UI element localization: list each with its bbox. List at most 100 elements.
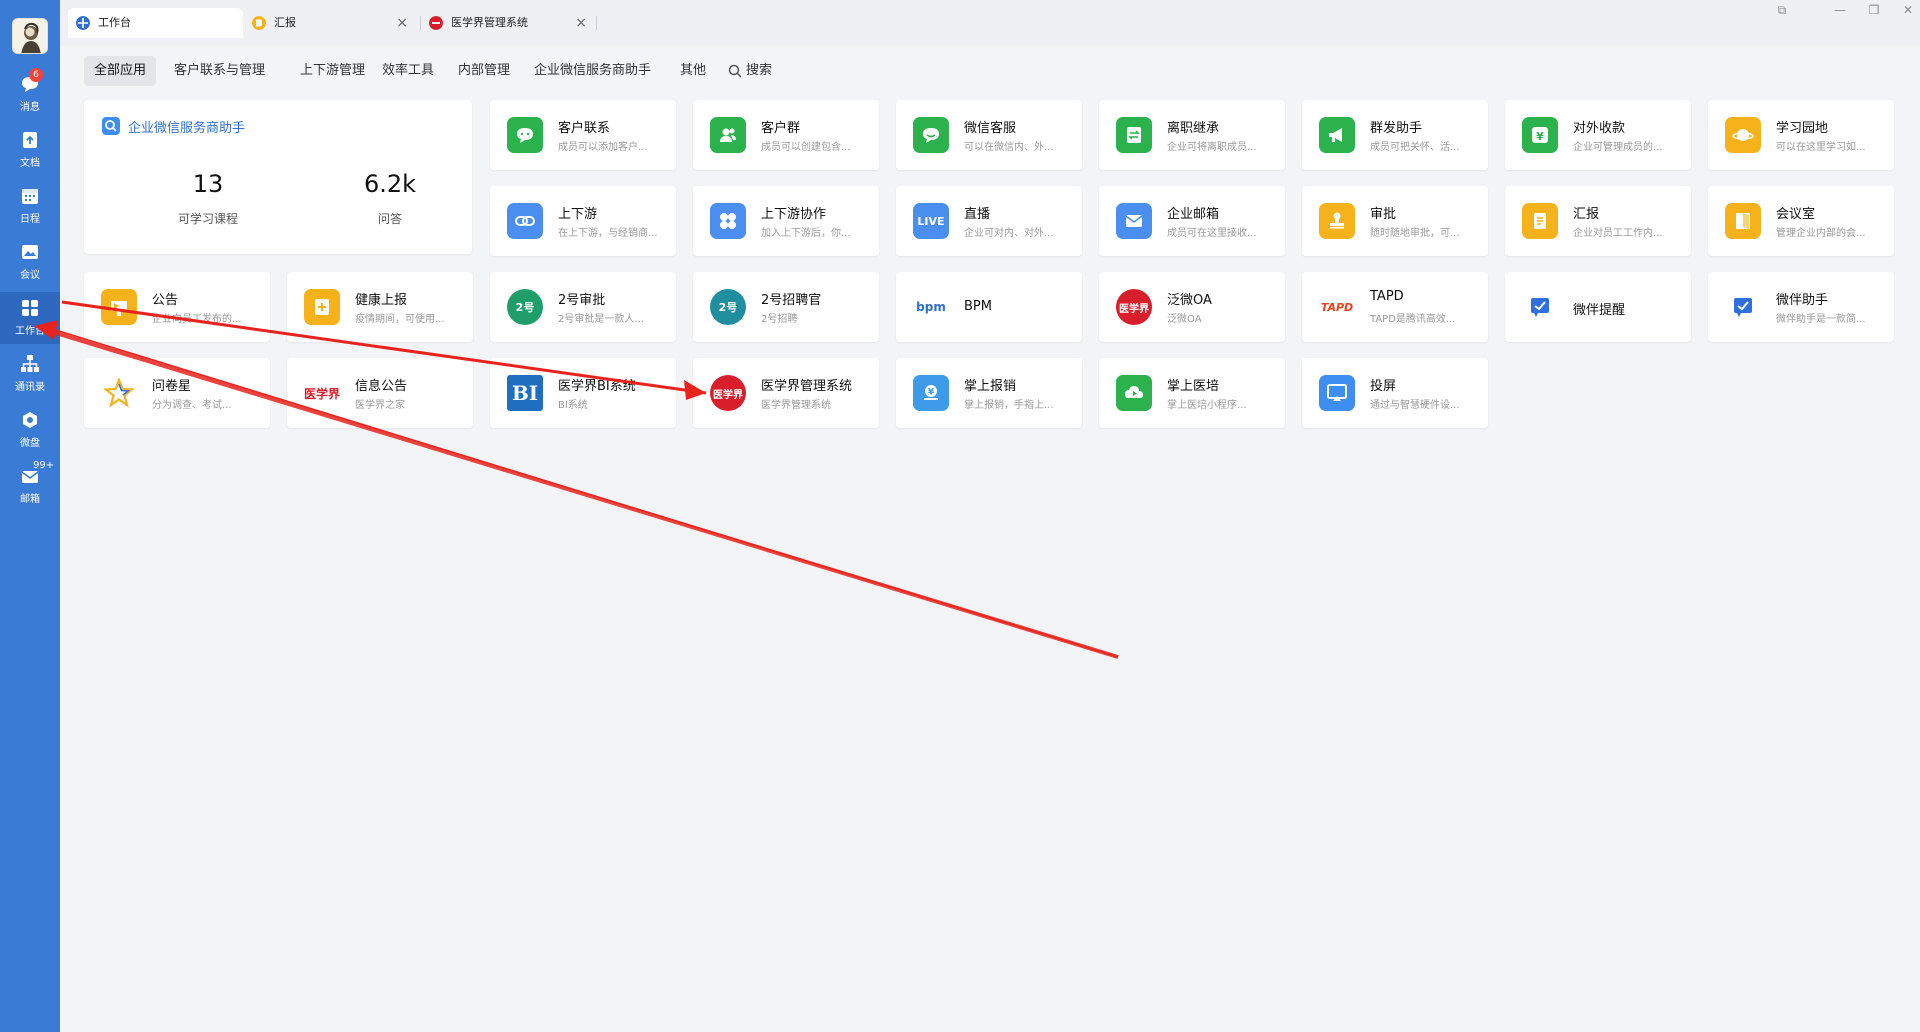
tab-workbench[interactable]: 工作台 bbox=[68, 8, 243, 38]
sidebar-item-mail[interactable]: 99+ 邮箱 bbox=[0, 460, 60, 512]
sidebar-item-label: 通讯录 bbox=[15, 382, 45, 393]
service-assistant-card[interactable]: 企业微信服务商助手 13 可学习课程 6.2k 问答 bbox=[84, 100, 472, 254]
minimize-icon[interactable]: — bbox=[1830, 3, 1850, 17]
app-card[interactable]: 审批 随时随地审批，可... bbox=[1302, 186, 1488, 256]
app-card[interactable]: 医学界 泛微OA 泛微OA bbox=[1099, 272, 1285, 342]
app-description: 企业对员工工作内... bbox=[1573, 228, 1663, 239]
app-card[interactable]: 客户群 成员可以创建包含... bbox=[693, 100, 879, 170]
app-name: BPM bbox=[964, 299, 992, 314]
app-card[interactable]: ¥ 掌上报销 掌上报销，手指上... bbox=[896, 358, 1082, 428]
app-card[interactable]: 掌上医培 掌上医培小程序... bbox=[1099, 358, 1285, 428]
app-description: 可以在这里学习如... bbox=[1776, 142, 1866, 153]
sidebar-item-contacts[interactable]: 通讯录 bbox=[0, 348, 60, 400]
app-card[interactable]: 2号 2号审批 2号审批是一款人... bbox=[490, 272, 676, 342]
close-icon[interactable]: × bbox=[396, 8, 408, 38]
app-card[interactable]: 健康上报 疫情期间，可使用... bbox=[287, 272, 473, 342]
app-card[interactable]: 公告 企业向员工发布的... bbox=[84, 272, 270, 342]
megaphone-icon bbox=[1319, 117, 1355, 153]
search-button[interactable]: 搜索 bbox=[720, 56, 782, 86]
app-name: 医学界管理系统 bbox=[761, 379, 853, 394]
app-card[interactable]: ¥ 对外收款 企业可管理成员的... bbox=[1505, 100, 1691, 170]
app-card[interactable]: 医学界 医学界管理系统 医学界管理系统 bbox=[693, 358, 879, 428]
approval2-icon: 2号 bbox=[507, 289, 543, 325]
app-card[interactable]: 问卷星 分为调查、考试... bbox=[84, 358, 270, 428]
avatar[interactable] bbox=[12, 18, 48, 54]
stamp-icon bbox=[1319, 203, 1355, 239]
app-description: 分为调查、考试... bbox=[152, 400, 232, 411]
sidebar-item-calendar[interactable]: 日程 bbox=[0, 180, 60, 232]
app-description: 在上下游，与经销商... bbox=[558, 228, 658, 239]
app-card[interactable]: 医学界 信息公告 医学界之家 bbox=[287, 358, 473, 428]
app-card[interactable]: 群发助手 成员可把关怀、活... bbox=[1302, 100, 1488, 170]
app-description: 掌上报销，手指上... bbox=[964, 400, 1054, 411]
calendar-icon bbox=[22, 189, 38, 204]
app-description: 成员可在这里接收... bbox=[1167, 228, 1257, 239]
sidebar-item-label: 邮箱 bbox=[20, 494, 40, 505]
app-card[interactable]: BI 医学界BI系统 BI系统 bbox=[490, 358, 676, 428]
app-card[interactable]: 汇报 企业对员工工作内... bbox=[1505, 186, 1691, 256]
svg-text:¥: ¥ bbox=[928, 388, 935, 398]
yixuejie-logo-icon bbox=[429, 16, 443, 30]
app-name: 企业邮箱 bbox=[1167, 207, 1220, 222]
category-customer-contact[interactable]: 客户联系与管理 bbox=[164, 56, 275, 86]
app-card[interactable]: 上下游协作 加入上下游后，你... bbox=[693, 186, 879, 256]
card-title: 企业微信服务商助手 bbox=[128, 121, 246, 136]
app-card[interactable]: 会议室 管理企业内部的会... bbox=[1708, 186, 1894, 256]
check-bubble-icon bbox=[1725, 289, 1761, 325]
app-card[interactable]: 微伴助手 微伴助手是一款简... bbox=[1708, 272, 1894, 342]
category-internal-management[interactable]: 内部管理 bbox=[448, 56, 520, 86]
app-name: 对外收款 bbox=[1573, 121, 1626, 136]
chat-icon bbox=[507, 117, 543, 153]
app-description: 可以在微信内、外... bbox=[964, 142, 1054, 153]
stat-label: 问答 bbox=[377, 212, 402, 226]
app-name: 公告 bbox=[152, 293, 179, 308]
app-name: 2号招聘官 bbox=[761, 293, 822, 308]
app-description: 微伴助手是一款简... bbox=[1776, 314, 1866, 325]
app-card[interactable]: 上下游在上下游，与经销商... bbox=[490, 186, 676, 256]
popout-icon[interactable]: ⧉ bbox=[1772, 3, 1792, 18]
app-description: 通过与智慧硬件设... bbox=[1370, 400, 1460, 411]
app-description: 管理企业内部的会... bbox=[1776, 228, 1866, 239]
app-card[interactable]: 企业邮箱成员可在这里接收... bbox=[1099, 186, 1285, 256]
sidebar-item-meeting[interactable]: 会议 bbox=[0, 236, 60, 288]
search-doc-icon bbox=[102, 117, 120, 135]
workbench-icon bbox=[76, 16, 90, 30]
announcement-icon bbox=[101, 289, 137, 325]
sidebar-item-label: 工作台 bbox=[15, 326, 45, 337]
app-card[interactable]: bpm BPM bbox=[896, 272, 1082, 342]
category-service-assistant[interactable]: 企业微信服务商助手 bbox=[524, 56, 661, 86]
cloud-play-icon bbox=[1116, 375, 1152, 411]
category-other[interactable]: 其他 bbox=[670, 56, 716, 86]
app-card[interactable]: 离职继承企业可将离职成员... bbox=[1099, 100, 1285, 170]
app-card[interactable]: 微信客服 可以在微信内、外... bbox=[896, 100, 1082, 170]
app-name: 上下游 bbox=[558, 207, 598, 222]
app-card[interactable]: 投屏 通过与智慧硬件设... bbox=[1302, 358, 1488, 428]
sidebar-item-workbench[interactable]: 工作台 bbox=[0, 292, 60, 344]
app-card[interactable]: 2号 2号招聘官 2号招聘 bbox=[693, 272, 879, 342]
tab-yixuejie-system[interactable]: 医学界管理系统 × bbox=[421, 8, 595, 38]
category-efficiency-tools[interactable]: 效率工具 bbox=[372, 56, 444, 86]
app-name: 离职继承 bbox=[1167, 121, 1220, 136]
recruit2-icon: 2号 bbox=[710, 289, 746, 325]
app-description: 医学界之家 bbox=[355, 400, 405, 411]
app-card[interactable]: 微伴提醒 bbox=[1505, 272, 1691, 342]
app-description: 企业可将离职成员... bbox=[1167, 142, 1257, 153]
close-window-icon[interactable]: ✕ bbox=[1898, 3, 1918, 17]
app-card[interactable]: 学习园地 可以在这里学习如... bbox=[1708, 100, 1894, 170]
tab-label: 医学界管理系统 bbox=[451, 16, 528, 29]
sidebar-item-drive[interactable]: 微盘 bbox=[0, 404, 60, 456]
sidebar-item-label: 消息 bbox=[20, 102, 40, 113]
category-upstream-downstream[interactable]: 上下游管理 bbox=[290, 56, 375, 86]
app-card[interactable]: 客户联系 成员可以添加客户... bbox=[490, 100, 676, 170]
document-icon bbox=[23, 132, 37, 148]
close-icon[interactable]: × bbox=[575, 8, 587, 38]
tab-report[interactable]: 汇报 × bbox=[244, 8, 416, 38]
restore-icon[interactable]: ❐ bbox=[1864, 3, 1884, 17]
app-card[interactable]: LIVE 直播 企业可对内、对外... bbox=[896, 186, 1082, 256]
category-all-apps[interactable]: 全部应用 bbox=[84, 56, 157, 86]
app-description: 2号审批是一款人... bbox=[558, 314, 644, 325]
sidebar-item-docs[interactable]: 文档 bbox=[0, 124, 60, 176]
sidebar-item-messages[interactable]: 6 消息 bbox=[0, 68, 60, 120]
envelope-icon bbox=[1116, 203, 1152, 239]
app-card[interactable]: TAPD TAPD TAPD是腾讯高效... bbox=[1302, 272, 1488, 342]
